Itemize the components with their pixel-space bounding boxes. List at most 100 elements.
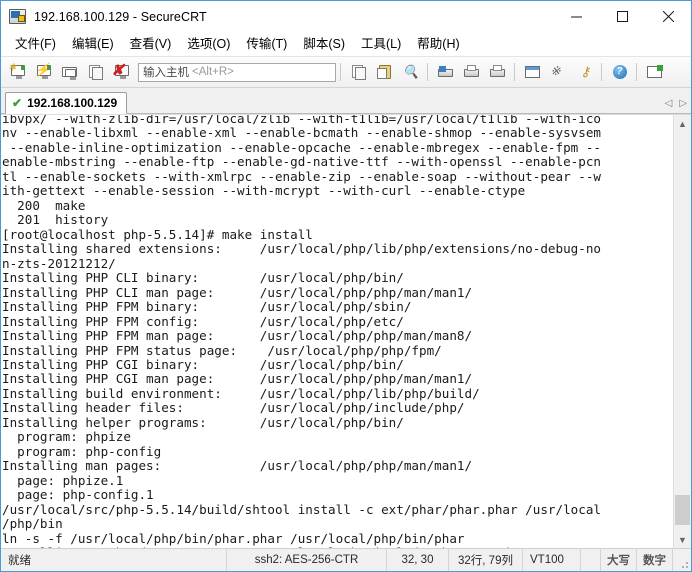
- terminal-line: Installing PHP CLI binary: /usr/local/ph…: [2, 270, 404, 286]
- copy-icon: [349, 63, 368, 81]
- status-caps-lock: 大写: [601, 549, 637, 571]
- terminal-line: 200 make: [2, 197, 86, 213]
- reconnect-icon: [86, 63, 105, 81]
- disconnect-button[interactable]: ✘: [109, 60, 133, 84]
- terminal-line: /usr/local/src/php-5.5.14/build/shtool i…: [2, 501, 601, 517]
- terminal-line: Installing helper programs: /usr/local/p…: [2, 414, 404, 430]
- menu-bar: 文件(F) 编辑(E) 查看(V) 选项(O) 传输(T) 脚本(S) 工具(L…: [1, 32, 691, 57]
- status-num-lock: 数字: [637, 549, 673, 571]
- terminal-line: nv --enable-libxml --enable-xml --enable…: [2, 125, 601, 141]
- status-spacer: [581, 549, 601, 571]
- scroll-up-icon[interactable]: ▲: [674, 115, 691, 132]
- terminal-line: Installing PHP CLI man page: /usr/local/…: [2, 284, 473, 300]
- toolbar-separator-5: [636, 63, 637, 81]
- status-cipher: ssh2: AES-256-CTR: [227, 549, 387, 571]
- menu-file[interactable]: 文件(F): [7, 34, 64, 55]
- new-session-icon: ✶: [8, 63, 27, 81]
- help-icon: ?: [610, 63, 629, 81]
- print-selection-button[interactable]: [459, 60, 483, 84]
- key-button[interactable]: ⚷: [572, 60, 596, 84]
- toolbar-separator-2: [427, 63, 428, 81]
- session-options-button[interactable]: [520, 60, 544, 84]
- terminal-line: page: php-config.1: [2, 487, 154, 503]
- close-button[interactable]: [645, 1, 691, 32]
- terminal-line: Installing PHP FPM binary: /usr/local/ph…: [2, 299, 412, 315]
- title-bar: 192.168.100.129 - SecureCRT: [1, 1, 691, 32]
- quick-connect-button[interactable]: ⚡: [31, 60, 55, 84]
- session-manager-button[interactable]: [642, 60, 666, 84]
- terminal-line: --enable-inline-optimization --enable-op…: [2, 139, 601, 155]
- terminal-screen[interactable]: ibvpx/ --with-zlib-dir=/usr/local/zlib -…: [1, 115, 673, 548]
- terminal-line: Installing build environment: /usr/local…: [2, 385, 480, 401]
- minimize-button[interactable]: [553, 1, 599, 32]
- terminal-line: Installing PHP CGI binary: /usr/local/ph…: [2, 356, 404, 372]
- copy-button[interactable]: [346, 60, 370, 84]
- menu-edit[interactable]: 编辑(E): [64, 34, 122, 55]
- printer-icon: [488, 63, 507, 81]
- toolbar: ✶ ⚡ ✘ 输入主机 <Alt+R> 🔍 ※ ⚷ ?: [1, 57, 691, 88]
- tab-label: 192.168.100.129: [27, 96, 118, 110]
- session-options-icon: [523, 63, 542, 81]
- terminal-line: ln -s -f /usr/local/php/bin/phar.phar /u…: [2, 530, 465, 546]
- menu-view[interactable]: 查看(V): [122, 34, 180, 55]
- menu-tools[interactable]: 工具(L): [353, 34, 409, 55]
- terminal-line: Installing man pages: /usr/local/php/php…: [2, 458, 473, 474]
- host-input-shortcut: <Alt+R>: [192, 66, 234, 78]
- terminal-line: /php/bin: [2, 516, 63, 532]
- new-session-button[interactable]: ✶: [5, 60, 29, 84]
- status-screen-size: 32行, 79列: [449, 549, 523, 571]
- terminal-line: Installing PHP CGI man page: /usr/local/…: [2, 371, 473, 387]
- menu-transfer[interactable]: 传输(T): [238, 34, 295, 55]
- help-button[interactable]: ?: [607, 60, 631, 84]
- terminal-line: [root@localhost php-5.5.14]# make instal…: [2, 226, 313, 242]
- terminal-line: program: phpize: [2, 429, 131, 445]
- tab-connected-icon: ✔: [12, 96, 23, 110]
- menu-help[interactable]: 帮助(H): [409, 34, 467, 55]
- reconnect-button[interactable]: [83, 60, 107, 84]
- global-options-button[interactable]: ※: [546, 60, 570, 84]
- tab-navigation: ◁ ▷: [665, 99, 687, 109]
- window-controls: [553, 1, 691, 32]
- status-ready: 就绪: [1, 549, 227, 571]
- disconnect-icon: ✘: [112, 63, 131, 81]
- terminal-line: Installing PDO headers: /usr/local/php/i…: [2, 545, 673, 548]
- session-manager-icon: [645, 63, 664, 81]
- terminal-line: Installing header files: /usr/local/php/…: [2, 400, 465, 416]
- resize-grip[interactable]: [673, 549, 691, 571]
- terminal-area: ibvpx/ --with-zlib-dir=/usr/local/zlib -…: [1, 114, 691, 548]
- tab-next-icon[interactable]: ▷: [679, 99, 687, 109]
- window-title: 192.168.100.129 - SecureCRT: [34, 9, 207, 24]
- securecrt-window: 192.168.100.129 - SecureCRT 文件(F) 编辑(E) …: [0, 0, 692, 572]
- status-bar: 就绪 ssh2: AES-256-CTR 32, 30 32行, 79列 VT1…: [1, 548, 691, 571]
- host-input[interactable]: 输入主机 <Alt+R>: [138, 62, 336, 82]
- menu-options[interactable]: 选项(O): [179, 34, 238, 55]
- terminal-scrollbar[interactable]: ▲ ▼: [673, 115, 691, 548]
- maximize-button[interactable]: [599, 1, 645, 32]
- tab-prev-icon[interactable]: ◁: [665, 99, 673, 109]
- terminal-line: n-zts-20121212/: [2, 255, 116, 271]
- binoculars-icon: 🔍: [402, 64, 419, 79]
- host-input-placeholder: 输入主机: [143, 67, 189, 79]
- connect-in-tab-button[interactable]: [57, 60, 81, 84]
- terminal-line: tl --enable-sockets --with-xmlrpc --enab…: [2, 168, 601, 184]
- tab-bar: ✔ 192.168.100.129 ◁ ▷: [1, 88, 691, 114]
- terminal-line: ith-gettext --enable-session --with-mcry…: [2, 183, 526, 199]
- scroll-thumb[interactable]: [675, 495, 690, 525]
- terminal-line: Installing PHP FPM man page: /usr/local/…: [2, 328, 473, 344]
- quick-connect-icon: ⚡: [34, 62, 51, 79]
- global-options-icon: ※: [550, 64, 561, 78]
- tab-192-168-100-129[interactable]: ✔ 192.168.100.129: [5, 92, 128, 114]
- print-screen-button[interactable]: [433, 60, 457, 84]
- securecrt-icon: [9, 8, 27, 26]
- paste-button[interactable]: [372, 60, 396, 84]
- scroll-down-icon[interactable]: ▼: [674, 531, 691, 548]
- terminal-line: Installing PHP FPM status page: /usr/loc…: [2, 342, 442, 358]
- terminal-line: Installing shared extensions: /usr/local…: [2, 241, 601, 257]
- find-button[interactable]: 🔍: [398, 60, 422, 84]
- menu-script[interactable]: 脚本(S): [295, 34, 353, 55]
- connect-tab-icon: [60, 63, 79, 81]
- terminal-line: enable-mbstring --enable-ftp --enable-gd…: [2, 154, 601, 170]
- toolbar-separator-1: [340, 63, 341, 81]
- print-button[interactable]: [485, 60, 509, 84]
- scroll-track[interactable]: [674, 132, 691, 531]
